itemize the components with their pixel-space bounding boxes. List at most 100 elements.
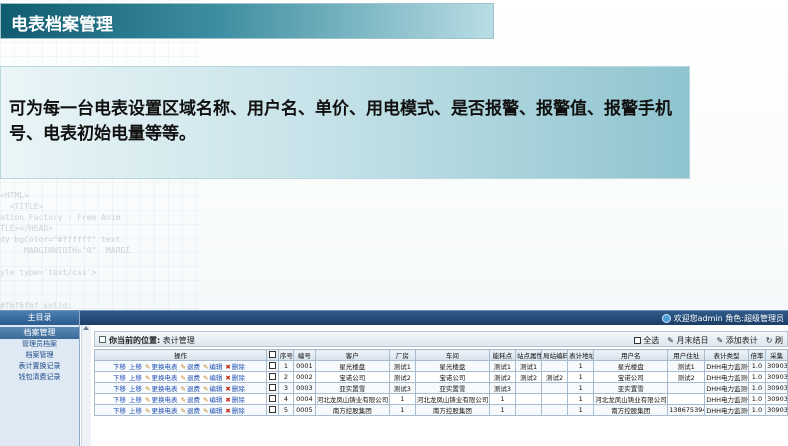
- main-menu-label: 主目录: [27, 313, 52, 322]
- checkbox-icon[interactable]: [633, 337, 641, 344]
- replace-meter-link[interactable]: 更换电表: [145, 363, 177, 371]
- move-down-link[interactable]: 下移: [113, 385, 126, 393]
- table-cell: 南方控股集团: [314, 404, 390, 416]
- table-cell: 测试2: [541, 371, 569, 383]
- sidebar-item-admin-archive[interactable]: 管理员档案: [0, 339, 79, 350]
- table-cell: DHH电力监测仪: [704, 404, 749, 416]
- app-window: 欢迎您admin 角色:超级管理员 主目录 档案管理 管理员档案 档案管理 表计…: [0, 310, 788, 446]
- table-cell: [514, 382, 543, 394]
- table-cell: 30903: [765, 382, 788, 394]
- table-cell: 测试1: [514, 360, 543, 372]
- month-end-label: 月末结日: [676, 336, 709, 345]
- refresh-label: 刷: [775, 336, 783, 345]
- delete-link[interactable]: 删除: [225, 385, 244, 393]
- row-checkbox[interactable]: [268, 395, 276, 402]
- refund-link[interactable]: 退费: [180, 363, 199, 371]
- table-cell: 1: [388, 393, 416, 405]
- table-cell: 测试1: [488, 360, 516, 372]
- move-down-link[interactable]: 下移: [113, 396, 126, 404]
- user-globe-icon: [661, 314, 671, 323]
- move-up-link[interactable]: 上移: [129, 363, 142, 371]
- move-down-link[interactable]: 下移: [113, 363, 126, 371]
- row-checkbox[interactable]: [268, 362, 276, 369]
- table-header-cell: 用户住址: [667, 349, 706, 361]
- delete-link[interactable]: 删除: [225, 396, 244, 404]
- edit-link[interactable]: 编辑: [203, 396, 222, 404]
- table-cell: 宝诺公司: [593, 371, 669, 383]
- table-cell: 3: [277, 382, 295, 394]
- delete-link[interactable]: 删除: [225, 407, 244, 415]
- move-down-link[interactable]: 下移: [113, 407, 126, 415]
- table-cell: 宝诺公司: [414, 371, 490, 383]
- row-actions: 下移上移更换电表退费编辑删除: [94, 404, 267, 416]
- table-header-cell: 站点属性: [514, 349, 543, 361]
- edit-link[interactable]: 编辑: [203, 385, 222, 393]
- table-cell: 13867539429: [667, 404, 706, 416]
- table-cell: 1: [388, 404, 416, 416]
- table-cell: DHH电力监测仪: [704, 371, 749, 383]
- table-cell: 测试3: [488, 382, 516, 394]
- row-checkbox[interactable]: [268, 373, 276, 380]
- move-down-link[interactable]: 下移: [113, 374, 126, 382]
- replace-meter-link[interactable]: 更换电表: [145, 385, 177, 393]
- edit-link[interactable]: 编辑: [203, 407, 222, 415]
- row-actions: 下移上移更换电表退费编辑删除: [94, 393, 267, 405]
- table-cell: 1.0: [747, 371, 767, 383]
- table-header-cell: 操作: [94, 349, 267, 361]
- move-up-link[interactable]: 上移: [129, 385, 142, 393]
- move-up-link[interactable]: 上移: [129, 407, 142, 415]
- table-cell: 30903: [765, 371, 788, 383]
- replace-meter-link[interactable]: 更换电表: [145, 407, 177, 415]
- sidebar-section-label: 档案管理: [23, 328, 56, 337]
- month-end-button[interactable]: ✎ 月末结日: [667, 335, 708, 346]
- location-icon: [99, 336, 106, 343]
- delete-link[interactable]: 删除: [225, 374, 244, 382]
- slide-title: 电表档案管理: [11, 15, 113, 35]
- refund-link[interactable]: 退费: [180, 374, 199, 382]
- table-cell: 0005: [293, 404, 316, 416]
- replace-meter-link[interactable]: 更换电表: [145, 374, 177, 382]
- main-menu-button[interactable]: 主目录: [0, 311, 79, 325]
- sidebar-item-meter-replace[interactable]: 表计置换记录: [0, 361, 79, 372]
- table-cell: 1: [277, 360, 295, 372]
- row-checkbox[interactable]: [268, 406, 276, 413]
- table-header-cell: [265, 349, 279, 361]
- sidebar-section-archive[interactable]: 档案管理: [0, 327, 79, 339]
- refund-link[interactable]: 退费: [180, 385, 199, 393]
- refund-link[interactable]: 退费: [180, 396, 199, 404]
- delete-link[interactable]: 删除: [225, 363, 244, 371]
- select-all-button[interactable]: 全选: [633, 335, 659, 346]
- table-cell: [541, 393, 569, 405]
- sidebar-scrollbar[interactable]: [81, 325, 91, 446]
- header-checkbox[interactable]: [268, 351, 276, 358]
- row-checkbox[interactable]: [268, 384, 276, 391]
- table-cell: 测试2: [667, 371, 706, 383]
- edit-link[interactable]: 编辑: [203, 374, 222, 382]
- sidebar-item-wallet-clear[interactable]: 钱包清费记录: [0, 372, 79, 383]
- row-checkbox-cell: [265, 404, 279, 416]
- table-row: 下移上移更换电表退费编辑删除30003亚实置雪测试3亚实置雪测试31亚实置雪DH…: [94, 382, 788, 394]
- table-cell: DHH电力监测仪: [704, 393, 749, 405]
- description-text: 可为每一台电表设置区域名称、用户名、单价、用电模式、是否报警、报警值、报警手机号…: [9, 99, 672, 144]
- table-cell: 0001: [293, 360, 316, 372]
- refund-link[interactable]: 退费: [180, 407, 199, 415]
- location-value: 表计管理: [162, 336, 195, 345]
- move-up-link[interactable]: 上移: [129, 374, 142, 382]
- row-actions: 下移上移更换电表退费编辑删除: [94, 382, 267, 394]
- table-cell: [514, 404, 543, 416]
- refresh-button[interactable]: ↻ 刷: [766, 335, 783, 346]
- table-header-cell: 倍率: [747, 349, 767, 361]
- table-cell: 1.0: [747, 360, 767, 372]
- sidebar-item-archive[interactable]: 档案管理: [0, 350, 79, 361]
- row-checkbox-cell: [265, 382, 279, 394]
- scroll-up-icon[interactable]: [83, 326, 89, 330]
- move-up-link[interactable]: 上移: [129, 396, 142, 404]
- table-header-cell: 厂房: [388, 349, 416, 361]
- table-cell: 1: [567, 371, 595, 383]
- table-header-cell: 表计地址: [567, 349, 595, 361]
- replace-meter-link[interactable]: 更换电表: [145, 396, 177, 404]
- add-meter-button[interactable]: ✎ 添加表计: [717, 335, 758, 346]
- edit-link[interactable]: 编辑: [203, 363, 222, 371]
- table-cell: 亚实置雪: [314, 382, 390, 394]
- table-header-cell: 编号: [293, 349, 316, 361]
